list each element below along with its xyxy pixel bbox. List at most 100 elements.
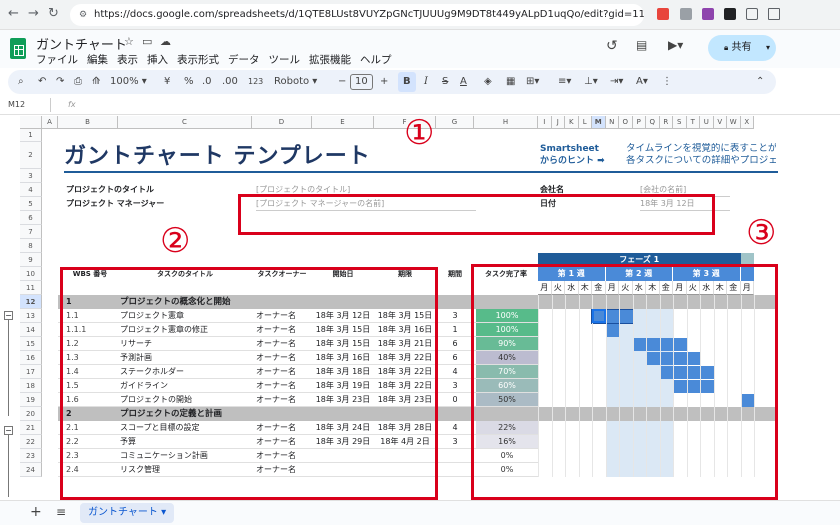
column-header[interactable]: R: [659, 116, 673, 129]
menu-item[interactable]: 編集: [87, 52, 108, 67]
bold-button[interactable]: B: [398, 72, 416, 92]
title-underline[interactable]: [64, 171, 778, 173]
site-info-icon[interactable]: ⚙: [79, 4, 87, 26]
column-header[interactable]: A: [42, 116, 58, 129]
font-size-field[interactable]: 10: [350, 74, 373, 90]
menu-item[interactable]: ファイル: [36, 52, 78, 67]
back-icon[interactable]: ←: [8, 6, 19, 21]
extension-icon[interactable]: [680, 8, 692, 20]
annotation-box-3[interactable]: [471, 264, 778, 500]
version-history-icon[interactable]: ↺: [606, 38, 618, 54]
row-header[interactable]: 15: [20, 337, 42, 351]
row-header[interactable]: 16: [20, 351, 42, 365]
side-panel-icon[interactable]: [768, 8, 780, 20]
search-menus-icon[interactable]: ⌕: [18, 75, 24, 89]
column-header[interactable]: Q: [646, 116, 660, 129]
row-header[interactable]: 23: [20, 449, 42, 463]
decrease-decimal-button[interactable]: .0: [202, 75, 212, 89]
column-header[interactable]: U: [700, 116, 714, 129]
column-header[interactable]: H: [474, 116, 538, 129]
row-header[interactable]: 6: [20, 211, 42, 225]
row-header[interactable]: 10: [20, 267, 42, 281]
row-header[interactable]: 1: [20, 129, 42, 142]
row-header[interactable]: 13: [20, 309, 42, 323]
horizontal-align-icon[interactable]: ≡▾: [558, 75, 571, 89]
annotation-number-1[interactable]: ①: [404, 116, 434, 150]
star-icon[interactable]: ☆: [124, 35, 134, 48]
column-header[interactable]: T: [686, 116, 700, 129]
row-header[interactable]: 8: [20, 239, 42, 253]
column-header[interactable]: M: [592, 116, 606, 129]
row-header[interactable]: 18: [20, 379, 42, 393]
sheets-logo-icon[interactable]: [10, 38, 26, 59]
comments-icon[interactable]: ▤: [636, 38, 647, 52]
increase-decimal-button[interactable]: .00: [222, 75, 238, 89]
row-header[interactable]: 7: [20, 225, 42, 239]
column-header[interactable]: I: [538, 116, 552, 129]
meet-icon[interactable]: ▶▾: [668, 38, 683, 52]
extensions-puzzle-icon[interactable]: [746, 8, 758, 20]
row-header[interactable]: 17: [20, 365, 42, 379]
fill-color-icon[interactable]: ◈: [484, 75, 492, 89]
row-header[interactable]: 19: [20, 393, 42, 407]
column-header[interactable]: G: [436, 116, 474, 129]
strikethrough-button[interactable]: S: [442, 75, 448, 89]
print-icon[interactable]: ⎙: [74, 75, 82, 89]
column-header[interactable]: O: [619, 116, 633, 129]
menu-item[interactable]: 拡張機能: [309, 52, 351, 67]
row-header[interactable]: 2: [20, 142, 42, 169]
increase-size-button[interactable]: +: [380, 75, 388, 89]
add-sheet-icon[interactable]: +: [30, 504, 42, 520]
sheet-tab[interactable]: ガントチャート ▾: [80, 503, 175, 523]
extension-icon[interactable]: [724, 8, 736, 20]
column-header[interactable]: C: [118, 116, 252, 129]
menu-item[interactable]: 表示形式: [177, 52, 219, 67]
more-options-icon[interactable]: ⋮: [662, 75, 672, 89]
document-title[interactable]: ガントチャート: [36, 34, 127, 53]
collapse-menu-icon[interactable]: ⌃: [756, 75, 764, 89]
text-wrap-icon[interactable]: ⇥▾: [610, 75, 623, 89]
borders-icon[interactable]: ▦: [506, 75, 515, 89]
group-toggle-icon[interactable]: −: [4, 311, 13, 320]
column-header[interactable]: N: [605, 116, 619, 129]
italic-button[interactable]: I: [424, 75, 428, 89]
spreadsheet-grid[interactable]: A B C D E F G H I J K L M N O P Q R S T U V W X 1 2 3 4 5 6 7 8 9 10 11 12 1…: [0, 116, 778, 500]
row-header[interactable]: 4: [20, 183, 42, 197]
share-button[interactable]: 🔒︎ 共有 ▾: [708, 35, 776, 61]
text-color-button[interactable]: A: [460, 75, 467, 89]
group-line[interactable]: [8, 320, 9, 416]
menu-item[interactable]: 表示: [117, 52, 138, 67]
row-header[interactable]: 21: [20, 421, 42, 435]
row-header[interactable]: 12: [20, 295, 42, 309]
row-header[interactable]: 5: [20, 197, 42, 211]
cloud-status-icon[interactable]: ☁: [160, 35, 171, 48]
merge-cells-icon[interactable]: ⊞▾: [526, 75, 539, 89]
column-header[interactable]: S: [673, 116, 687, 129]
row-header[interactable]: 20: [20, 407, 42, 421]
corner-cell[interactable]: [20, 116, 42, 129]
menu-item[interactable]: データ: [228, 52, 260, 67]
undo-icon[interactable]: ↶: [38, 75, 46, 89]
column-header[interactable]: X: [740, 116, 754, 129]
annotation-box-2[interactable]: [60, 267, 438, 500]
row-header[interactable]: 3: [20, 169, 42, 183]
row-header[interactable]: 22: [20, 435, 42, 449]
annotation-number-2[interactable]: ②: [160, 224, 190, 258]
menu-item[interactable]: ツール: [269, 52, 301, 67]
annotation-number-3[interactable]: ③: [746, 216, 776, 250]
font-select[interactable]: Roboto ▾: [274, 75, 317, 89]
row-header[interactable]: 11: [20, 281, 42, 295]
decrease-size-button[interactable]: −: [338, 75, 346, 89]
percent-button[interactable]: %: [184, 75, 194, 89]
column-header[interactable]: J: [551, 116, 565, 129]
currency-button[interactable]: ¥: [164, 75, 170, 89]
column-header[interactable]: V: [713, 116, 727, 129]
vertical-align-icon[interactable]: ⊥▾: [584, 75, 598, 89]
row-header[interactable]: 24: [20, 463, 42, 477]
row-header[interactable]: 9: [20, 253, 42, 267]
all-sheets-icon[interactable]: ≡: [56, 505, 66, 519]
column-header[interactable]: K: [565, 116, 579, 129]
column-header[interactable]: B: [58, 116, 118, 129]
column-header[interactable]: P: [632, 116, 646, 129]
move-folder-icon[interactable]: ▭: [142, 35, 152, 48]
